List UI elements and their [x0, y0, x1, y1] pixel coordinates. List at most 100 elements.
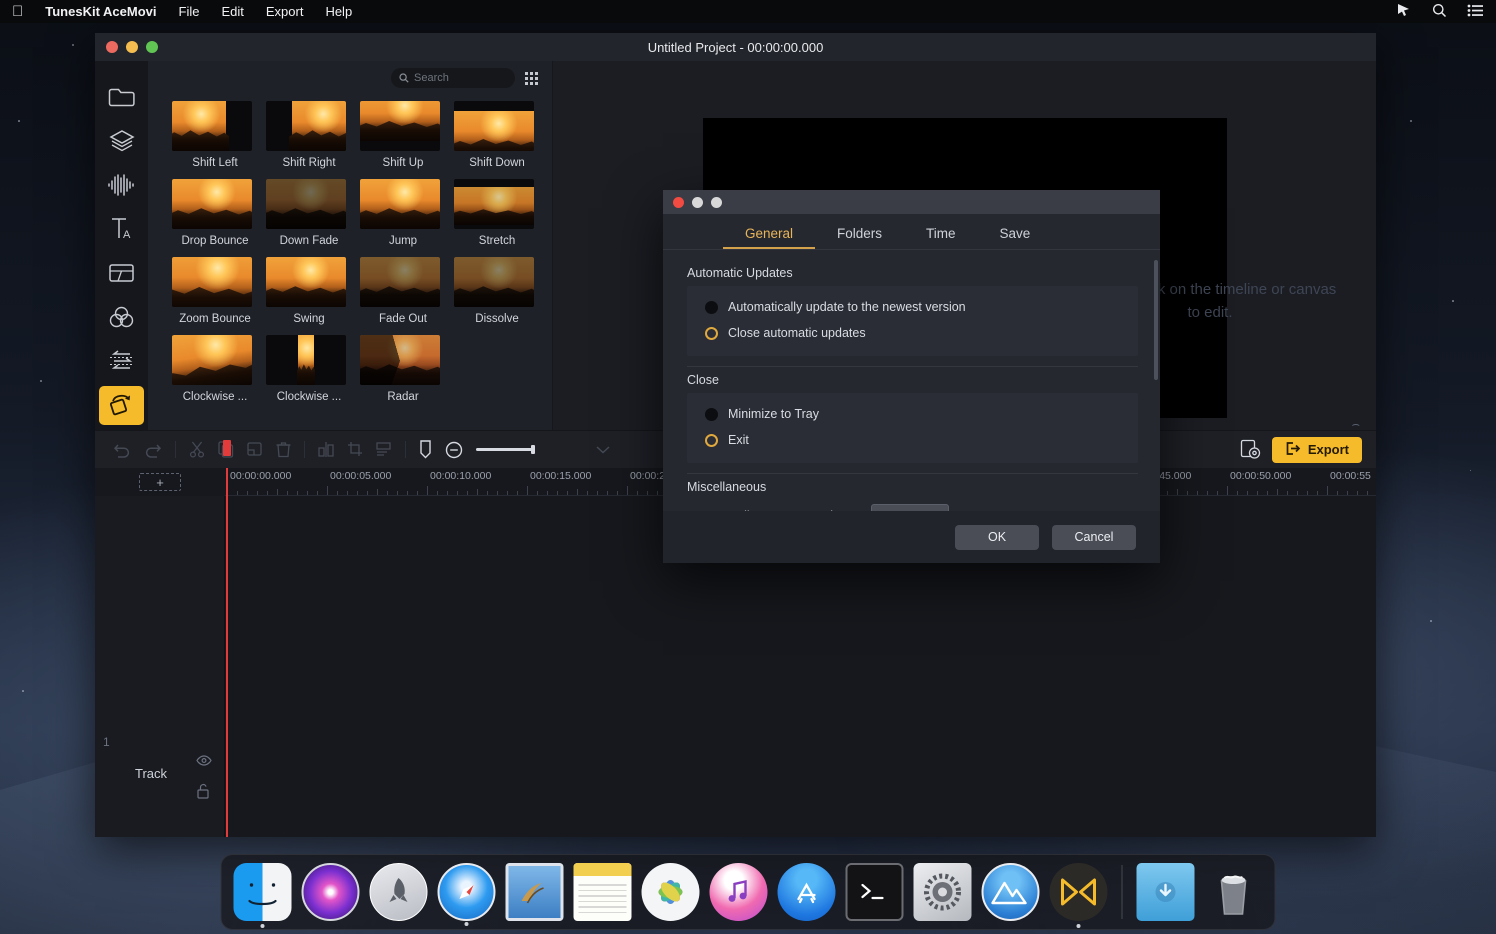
- dock-item-safari[interactable]: [438, 863, 496, 921]
- dialog-minimize-button[interactable]: [692, 197, 703, 208]
- duplicate-icon[interactable]: [247, 441, 263, 458]
- animation-item[interactable]: Shift Left: [172, 101, 258, 169]
- dock-item-launchpad[interactable]: [370, 863, 428, 921]
- radio-button-close-updates[interactable]: [705, 327, 718, 340]
- radio-button-exit[interactable]: [705, 434, 718, 447]
- sidebar-item-filters[interactable]: [99, 298, 144, 337]
- animation-item[interactable]: Zoom Bounce: [172, 257, 258, 325]
- ruler-tick-mark: [587, 491, 588, 495]
- cursor-icon[interactable]: [1396, 3, 1412, 20]
- dock-item-system-preferences[interactable]: [914, 863, 972, 921]
- radio-row-auto-update[interactable]: Automatically update to the newest versi…: [705, 294, 1138, 320]
- menu-item-help[interactable]: Help: [325, 4, 352, 19]
- radio-button-minimize-tray[interactable]: [705, 408, 718, 421]
- reset-button[interactable]: Reset: [871, 504, 950, 511]
- dock-item-finder[interactable]: [234, 863, 292, 921]
- timeline-zoom-slider[interactable]: [476, 448, 534, 451]
- ruler-tick-mark: [1227, 486, 1228, 495]
- add-track-button[interactable]: +: [139, 473, 181, 491]
- sidebar-item-transitions[interactable]: [99, 342, 144, 381]
- ok-button[interactable]: OK: [955, 525, 1039, 550]
- menu-app-name[interactable]: TunesKit AceMovi: [45, 4, 156, 19]
- sidebar-item-animations[interactable]: [99, 386, 144, 425]
- dock-item-terminal[interactable]: [846, 863, 904, 921]
- menu-item-file[interactable]: File: [179, 4, 200, 19]
- dock-item-mail[interactable]: [506, 863, 564, 921]
- animation-item[interactable]: Swing: [266, 257, 352, 325]
- animation-item[interactable]: Stretch: [454, 179, 540, 247]
- tab-general[interactable]: General: [723, 226, 815, 249]
- sidebar-item-audio[interactable]: [99, 165, 144, 204]
- cut-icon[interactable]: [189, 441, 205, 458]
- dock-item-app-store[interactable]: [778, 863, 836, 921]
- crop-icon[interactable]: [347, 441, 363, 458]
- radio-row-close-updates[interactable]: Close automatic updates: [705, 320, 1138, 346]
- dock-item-acemovi[interactable]: [1050, 863, 1108, 921]
- chevron-down-icon[interactable]: [595, 445, 611, 455]
- render-preview-icon[interactable]: [1240, 439, 1261, 460]
- split-icon[interactable]: [318, 441, 334, 458]
- tab-folders[interactable]: Folders: [815, 226, 904, 249]
- apple-logo-icon[interactable]: : [12, 4, 23, 19]
- unlock-icon[interactable]: [196, 783, 212, 804]
- playhead[interactable]: [226, 468, 228, 837]
- ruler-tick-mark: [627, 486, 628, 495]
- track-header-row[interactable]: 1 Track: [95, 745, 224, 801]
- animation-item[interactable]: Shift Up: [360, 101, 446, 169]
- minimize-button[interactable]: [126, 41, 138, 53]
- menu-item-export[interactable]: Export: [266, 4, 304, 19]
- dialog-body: Automatic Updates Automatically update t…: [663, 250, 1160, 511]
- dock-item-mountains-app[interactable]: [982, 863, 1040, 921]
- export-button[interactable]: Export: [1272, 437, 1362, 463]
- dock-item-itunes[interactable]: [710, 863, 768, 921]
- sidebar-item-split-screen[interactable]: [99, 254, 144, 293]
- sidebar-item-media[interactable]: [99, 77, 144, 116]
- animation-item[interactable]: Fade Out: [360, 257, 446, 325]
- search-icon[interactable]: [1432, 3, 1447, 21]
- animation-item[interactable]: Dissolve: [454, 257, 540, 325]
- control-center-icon[interactable]: [1467, 4, 1484, 20]
- cancel-button[interactable]: Cancel: [1052, 525, 1136, 550]
- tab-save[interactable]: Save: [978, 226, 1053, 249]
- radio-row-exit[interactable]: Exit: [705, 427, 1138, 453]
- detach-audio-icon[interactable]: [376, 441, 392, 458]
- close-button[interactable]: [106, 41, 118, 53]
- dialog-tabs: General Folders Time Save: [663, 214, 1160, 250]
- animation-item[interactable]: Drop Bounce: [172, 179, 258, 247]
- animation-item[interactable]: Shift Down: [454, 101, 540, 169]
- search-input[interactable]: [414, 72, 507, 84]
- dock-item-photos[interactable]: [642, 863, 700, 921]
- ruler-tick-mark: [267, 491, 268, 495]
- window-traffic-lights: [95, 41, 158, 53]
- animation-item[interactable]: Clockwise ...: [172, 335, 258, 403]
- radio-row-minimize-tray[interactable]: Minimize to Tray: [705, 401, 1138, 427]
- zoom-out-icon[interactable]: [445, 441, 463, 459]
- animation-item[interactable]: Jump: [360, 179, 446, 247]
- animation-item[interactable]: Radar: [360, 335, 446, 403]
- delete-icon[interactable]: [276, 441, 291, 458]
- redo-icon[interactable]: [144, 442, 162, 458]
- animation-item[interactable]: Clockwise ...: [266, 335, 352, 403]
- animation-item[interactable]: Shift Right: [266, 101, 352, 169]
- dialog-close-button[interactable]: [673, 197, 684, 208]
- marker-icon[interactable]: [419, 440, 432, 459]
- dock-item-siri[interactable]: [302, 863, 360, 921]
- dialog-scrollbar[interactable]: [1154, 260, 1158, 380]
- ruler-tick-mark: [617, 491, 618, 495]
- search-box[interactable]: [391, 68, 515, 88]
- menu-item-edit[interactable]: Edit: [221, 4, 243, 19]
- radio-button-auto-update[interactable]: [705, 301, 718, 314]
- tab-time[interactable]: Time: [904, 226, 978, 249]
- sidebar-item-stickers[interactable]: [99, 121, 144, 160]
- eye-icon[interactable]: [196, 753, 212, 771]
- ruler-tick-mark: [407, 491, 408, 495]
- dock-item-notes[interactable]: [574, 863, 632, 921]
- undo-icon[interactable]: [113, 442, 131, 458]
- sidebar-item-text[interactable]: A: [99, 209, 144, 248]
- dock-item-trash[interactable]: [1205, 863, 1263, 921]
- grid-view-icon[interactable]: [525, 72, 538, 85]
- dialog-zoom-button[interactable]: [711, 197, 722, 208]
- dock-item-downloads-folder[interactable]: [1137, 863, 1195, 921]
- zoom-button[interactable]: [146, 41, 158, 53]
- animation-item[interactable]: Down Fade: [266, 179, 352, 247]
